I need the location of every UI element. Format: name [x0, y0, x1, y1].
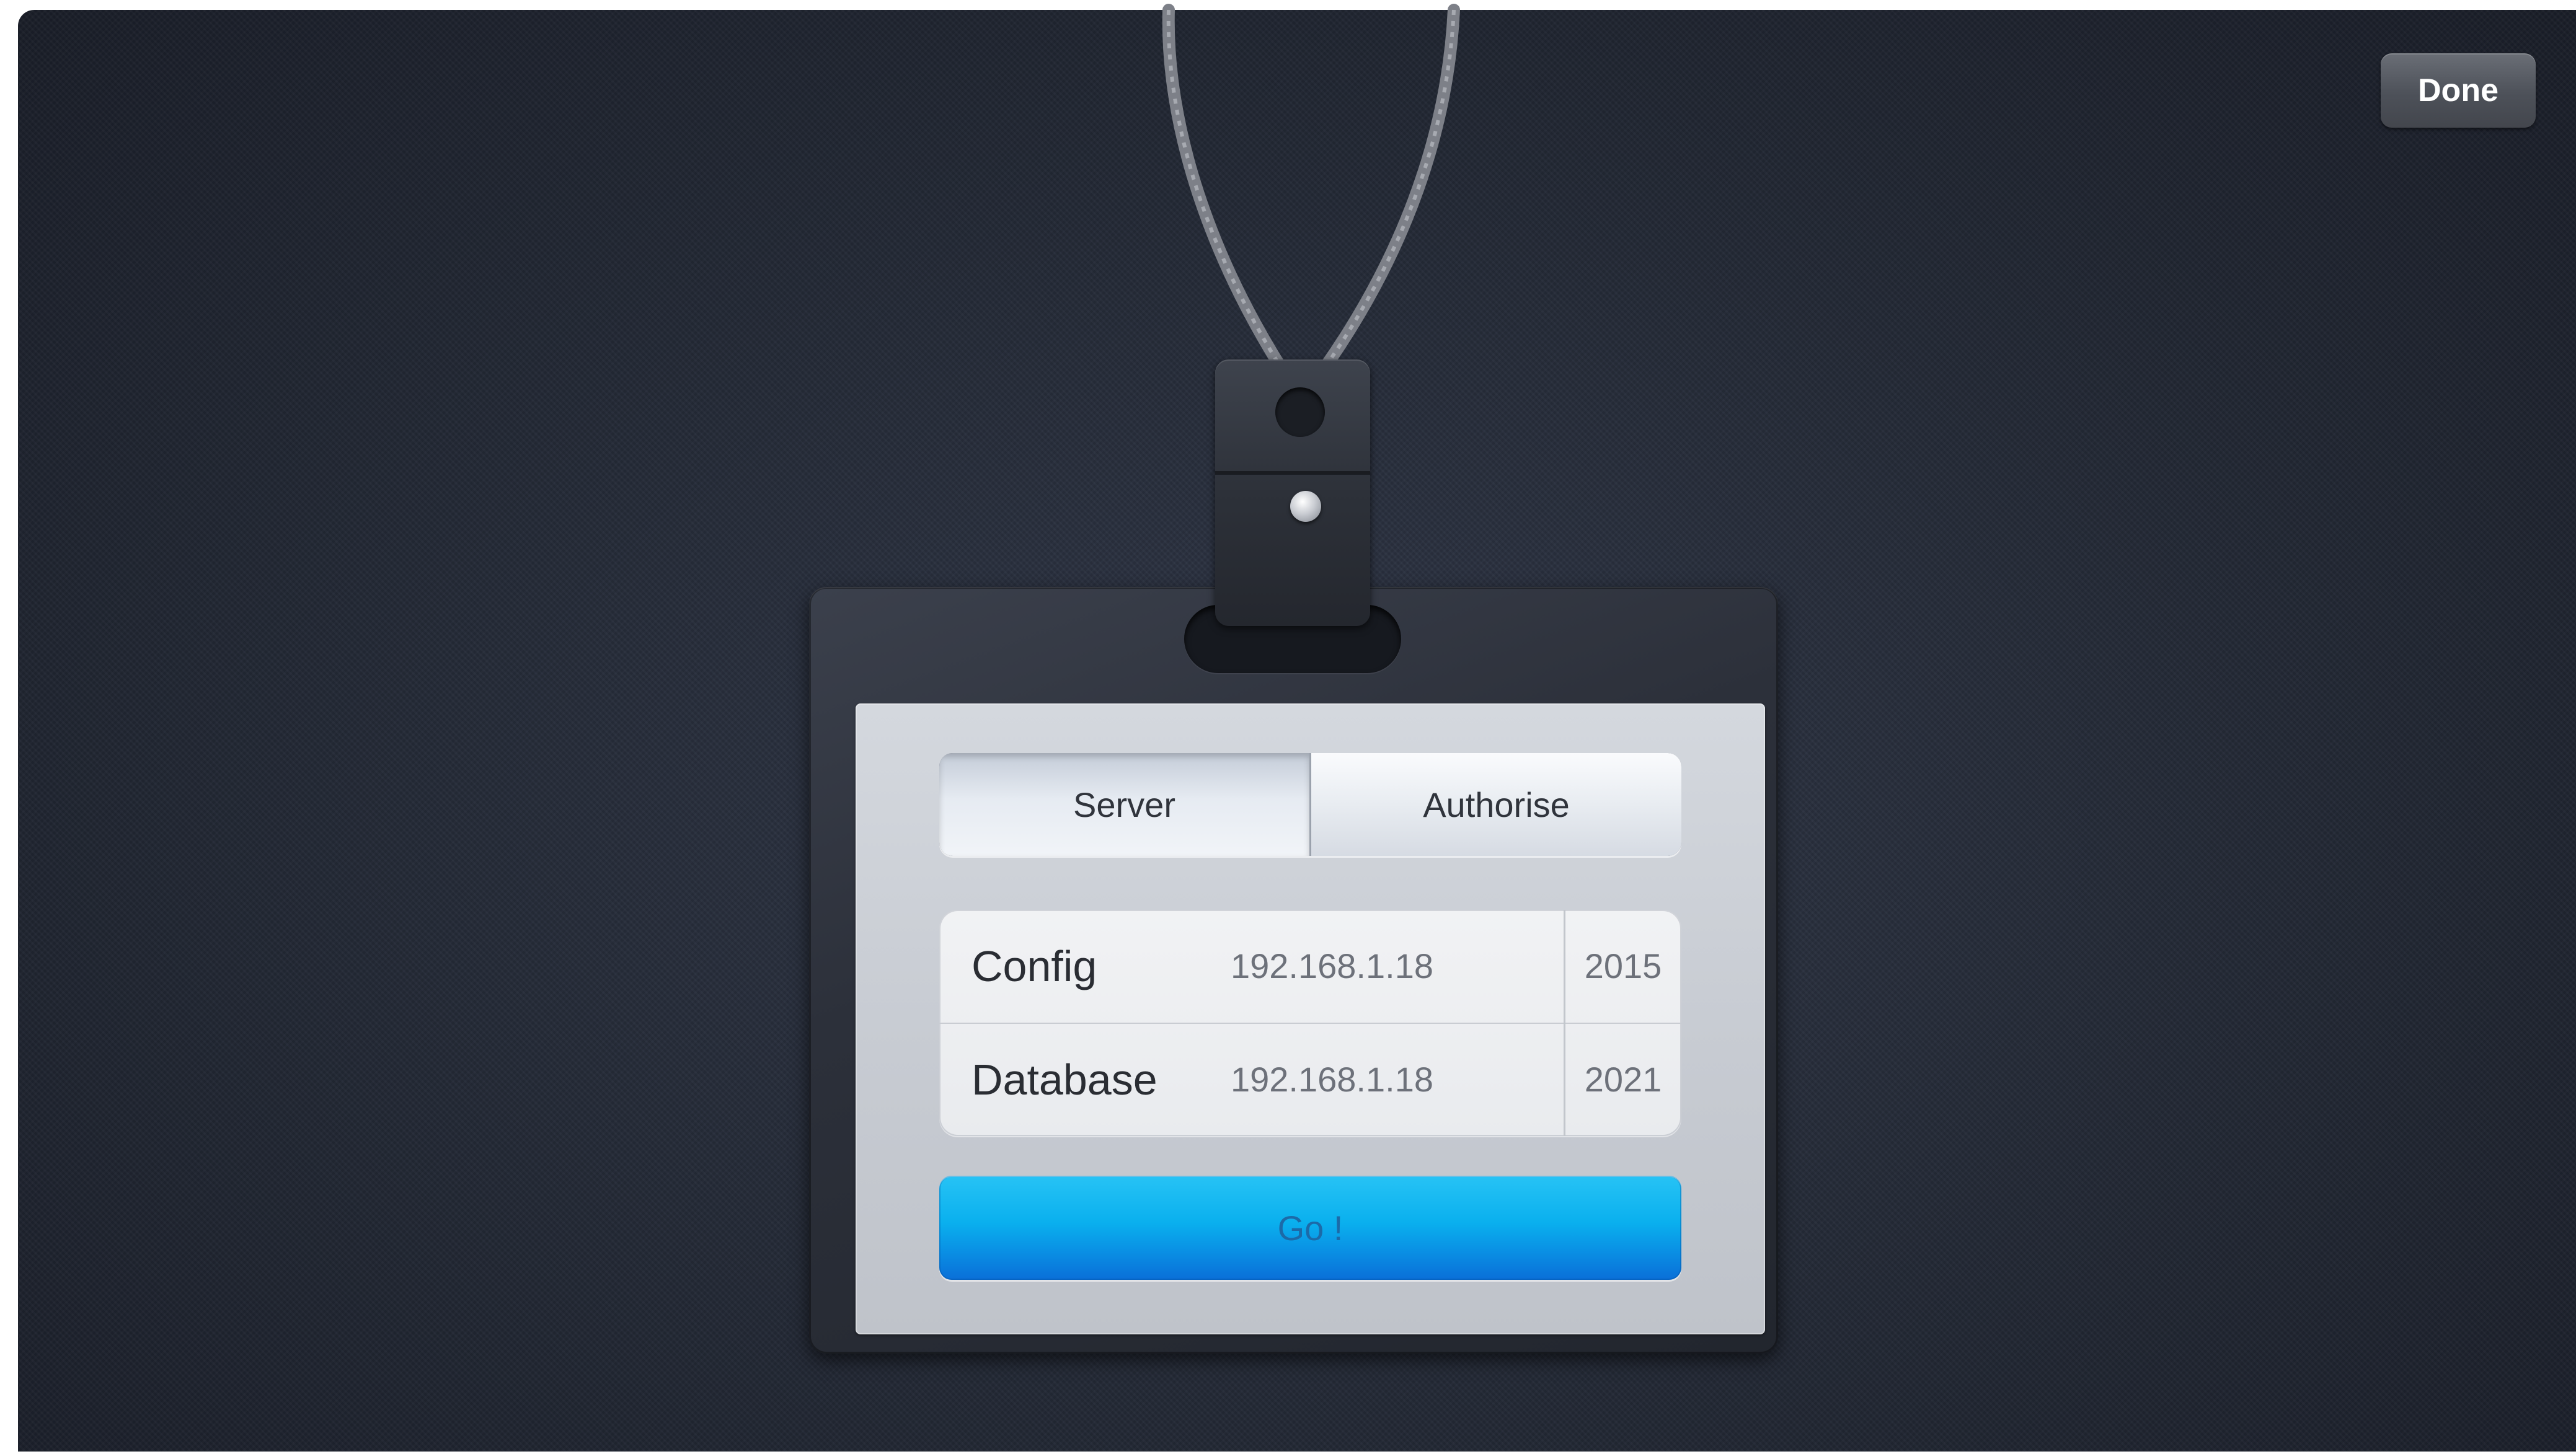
tab-authorise[interactable]: Authorise [1309, 753, 1681, 856]
rivet-icon [1290, 491, 1321, 522]
connection-table: Config 192.168.1.18 2015 Database 192.16… [939, 910, 1681, 1136]
clip-divider [1215, 471, 1370, 475]
table-row-config[interactable]: Config 192.168.1.18 2015 [939, 910, 1681, 1024]
go-button[interactable]: Go ! [939, 1176, 1681, 1280]
hole-icon [1275, 387, 1325, 437]
row-label: Database [972, 1055, 1157, 1104]
tab-server[interactable]: Server [939, 753, 1309, 856]
host-field[interactable]: 192.168.1.18 [1231, 1023, 1433, 1136]
column-divider [1564, 910, 1565, 1136]
done-button[interactable]: Done [2381, 53, 2536, 128]
row-label: Config [972, 942, 1097, 990]
host-field[interactable]: 192.168.1.18 [1231, 910, 1433, 1023]
segmented-control: Server Authorise [939, 753, 1681, 856]
port-field[interactable]: 2021 [1570, 1023, 1676, 1136]
table-row-database[interactable]: Database 192.168.1.18 2021 [939, 1023, 1681, 1136]
port-field[interactable]: 2015 [1570, 910, 1676, 1023]
